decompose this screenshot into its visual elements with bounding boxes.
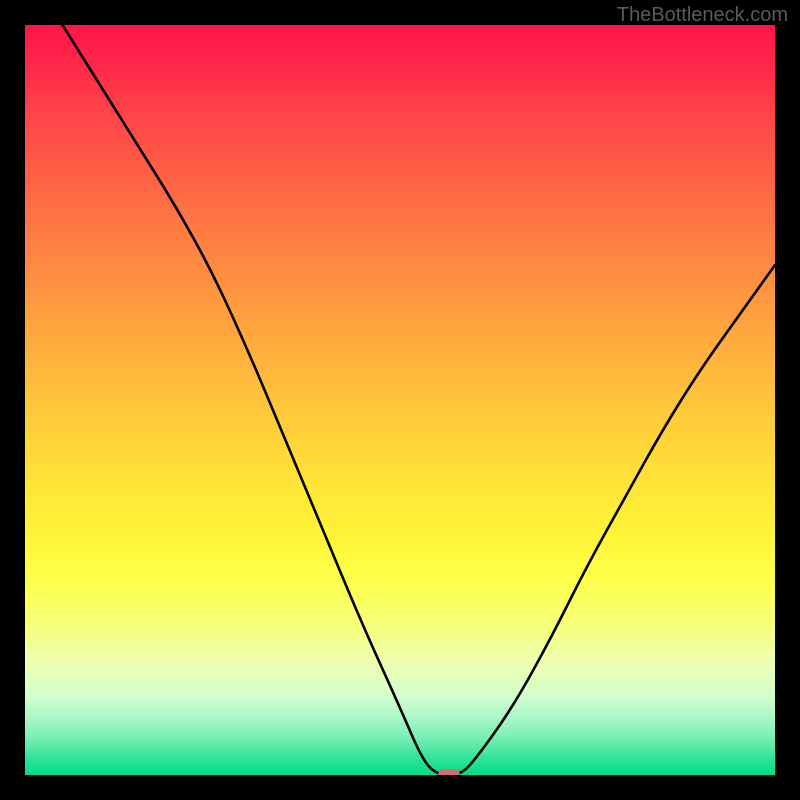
bottleneck-curve-path	[63, 25, 776, 775]
chart-curve-svg	[25, 25, 775, 775]
watermark-text: TheBottleneck.com	[617, 4, 788, 27]
chart-plot-area	[25, 25, 775, 775]
chart-marker	[438, 769, 460, 775]
